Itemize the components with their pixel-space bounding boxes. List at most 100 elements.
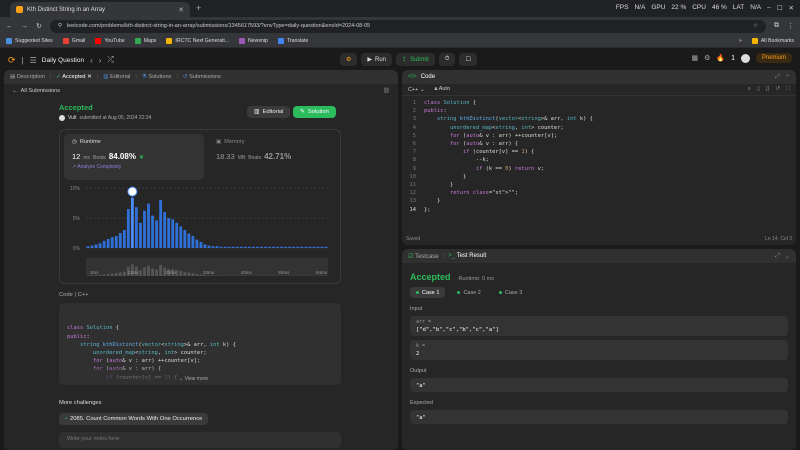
bookmark-gmail[interactable]: Gmail (62, 38, 85, 44)
next-problem-icon[interactable]: › (99, 56, 102, 65)
username[interactable]: Vult (68, 115, 76, 121)
code-line[interactable]: unordered_map<string, int> counter; (424, 124, 593, 132)
code-line[interactable]: public: (424, 107, 593, 115)
bookmark-maps[interactable]: Maps (134, 38, 156, 44)
editorial-button[interactable]: ▥ Editorial (247, 106, 291, 118)
bookmark-newsnip[interactable]: Newsnip (239, 38, 268, 44)
leetcode-navbar: ⟳ | ☰ Daily Question ‹ › ⤮ ⚙ ▶ Run ⇪ Submi… (0, 50, 800, 70)
runtime-distribution-chart[interactable]: 10% 5% 0% 3ms 13ms 23ms 33ms 43ms 53ms 64ms (64, 182, 336, 280)
tab-description[interactable]: ▤ Description (10, 74, 45, 80)
address-bar[interactable]: ⚲ leetcode.com/problems/kth-distinct-str… (49, 19, 766, 33)
case-tab[interactable]: Case 1 (410, 287, 446, 298)
new-tab-icon[interactable]: + (196, 3, 201, 13)
back-icon[interactable]: ← (6, 23, 13, 30)
bookmark-icon[interactable]: ▯ (757, 86, 760, 93)
auto-toggle[interactable]: 🔒︎ Auto (435, 86, 450, 93)
code-line[interactable]: } (424, 173, 593, 181)
maximize-icon[interactable]: ☐ (777, 4, 783, 12)
bookmarks-chevron-icon[interactable]: » (739, 38, 742, 44)
leetcode-logo-icon[interactable]: ⟳ (8, 55, 16, 66)
browser-tab[interactable]: Kth Distinct String in an Array ✕ (10, 2, 190, 17)
code-editor[interactable]: 1 2 3 4 5 6 7 8 9 10 11 12 13 14 class Solution {publ… (402, 96, 796, 214)
fullscreen-icon[interactable]: ⛶ (786, 86, 790, 93)
code-line[interactable]: if (counter[v] == 1) { (424, 148, 593, 156)
bookmark-suggested-sites[interactable]: Suggested Sites (6, 38, 53, 44)
daily-question-link[interactable]: Daily Question (42, 57, 84, 64)
collapse-icon[interactable]: ⌃ (785, 74, 790, 81)
code-line[interactable]: if (k == 0) return v; (424, 165, 593, 173)
minimize-icon[interactable]: – (767, 4, 771, 12)
code-line[interactable]: for (auto& v : arr) ++counter[v]; (424, 132, 593, 140)
submit-button[interactable]: ⇪ Submit (396, 53, 435, 66)
extensions-icon[interactable]: ⧉ (774, 22, 779, 30)
maximize-icon[interactable]: ⤢ (775, 74, 780, 81)
premium-button[interactable]: Premium (755, 53, 792, 63)
notes-button[interactable]: ☐ (459, 53, 477, 66)
challenge-link[interactable]: • 2085. Count Common Words With One Occur… (59, 413, 209, 425)
runtime-value: 12 (72, 152, 81, 161)
bookmark-irctc[interactable]: IRCTC Next Generati... (166, 38, 229, 44)
bookmark-youtube[interactable]: YouTube (95, 38, 125, 44)
code-line[interactable]: }; (424, 206, 593, 214)
format-icon[interactable]: ≡ (748, 86, 751, 93)
code-line[interactable]: } (424, 181, 593, 189)
braces-icon[interactable]: {} (766, 86, 770, 93)
layout-icon[interactable]: ▦ (691, 54, 698, 62)
run-button[interactable]: ▶ Run (361, 53, 393, 66)
problem-list-icon[interactable]: ☰ (30, 56, 37, 65)
back-arrow-icon[interactable]: ← (12, 88, 18, 94)
all-submissions-link[interactable]: All Submissions (21, 88, 60, 94)
challenge-label: 2085. Count Common Words With One Occurr… (70, 416, 203, 422)
bookmark-star-icon[interactable]: ☆ (753, 23, 758, 29)
tab-editorial[interactable]: ▥ Editorial (103, 74, 130, 80)
settings-icon[interactable]: ⚙ (704, 54, 710, 62)
close-tab-icon[interactable]: ✕ (178, 6, 184, 14)
reload-icon[interactable]: ↻ (36, 22, 42, 30)
debug-button[interactable]: ⚙ (340, 53, 358, 66)
prev-problem-icon[interactable]: ‹ (90, 56, 93, 65)
chart-bar (227, 246, 231, 248)
close-window-icon[interactable]: ✕ (789, 4, 794, 12)
analyze-complexity-link[interactable]: ↗ Analyze Complexity (72, 164, 196, 170)
user-avatar[interactable] (59, 115, 65, 121)
notes-input[interactable]: Write your notes here (59, 432, 341, 448)
view-more-button[interactable]: ⌄ View more (179, 376, 208, 382)
language-select[interactable]: C++ ⌄ (408, 87, 425, 93)
case-tab[interactable]: Case 2 (451, 287, 486, 298)
upload-icon: ⇪ (402, 57, 408, 63)
code-line[interactable]: --k; (424, 156, 593, 164)
shuffle-icon[interactable]: ⤮ (107, 55, 113, 65)
streak-flame-icon[interactable]: 🔥 (716, 54, 725, 62)
share-link-icon[interactable]: ⛓ (383, 88, 390, 94)
runtime-box[interactable]: ◷ Runtime 12 ms Beats 84.08% ❦ ↗ Analyze … (64, 134, 204, 180)
line-number: 7 (412, 149, 416, 156)
bookmark-translate[interactable]: Translate (277, 38, 308, 44)
chart-bar (260, 246, 263, 248)
close-tab-icon[interactable]: ✕ (87, 74, 92, 80)
code-line[interactable]: } (424, 197, 593, 205)
solution-button[interactable]: ✎ Solution (293, 106, 336, 118)
chart-bar (167, 218, 171, 248)
all-bookmarks[interactable]: All Bookmarks (751, 38, 794, 44)
site-info-icon[interactable]: ⚲ (58, 23, 62, 29)
reset-icon[interactable]: ↺ (776, 86, 781, 93)
tab-accepted[interactable]: ✓ Accepted ✕ (56, 74, 92, 80)
forward-icon[interactable]: → (21, 23, 28, 30)
code-line[interactable]: for (auto& v : arr) { (424, 140, 593, 148)
test-status: Accepted Runtime: 0 ms (410, 272, 788, 282)
collapse-icon[interactable]: ⌄ (785, 253, 790, 260)
case-tab[interactable]: Case 3 (493, 287, 528, 298)
avatar[interactable] (740, 53, 750, 63)
maximize-icon[interactable]: ⤢ (775, 253, 780, 260)
menu-icon[interactable]: ⋮ (787, 22, 794, 30)
code-line[interactable]: return class="st">""; (424, 189, 593, 197)
tab-testcase[interactable]: ☑ Testcase (408, 253, 439, 260)
tab-test-result[interactable]: >_ Test Result (448, 253, 486, 259)
timer-button[interactable]: ⏱ (438, 53, 456, 66)
memory-box[interactable]: ▣ Memory 18.33 MB Beats 42.71% (212, 134, 337, 180)
code-line[interactable]: string kthDistinct(vector<string>& arr, … (424, 115, 593, 123)
code-line[interactable]: class Solution { (424, 99, 593, 107)
editor-lines[interactable]: class Solution {public: string kthDistin… (420, 99, 593, 214)
tab-submissions[interactable]: ↺ Submissions (183, 74, 221, 80)
tab-solutions[interactable]: ⚗ Solutions (142, 74, 172, 80)
